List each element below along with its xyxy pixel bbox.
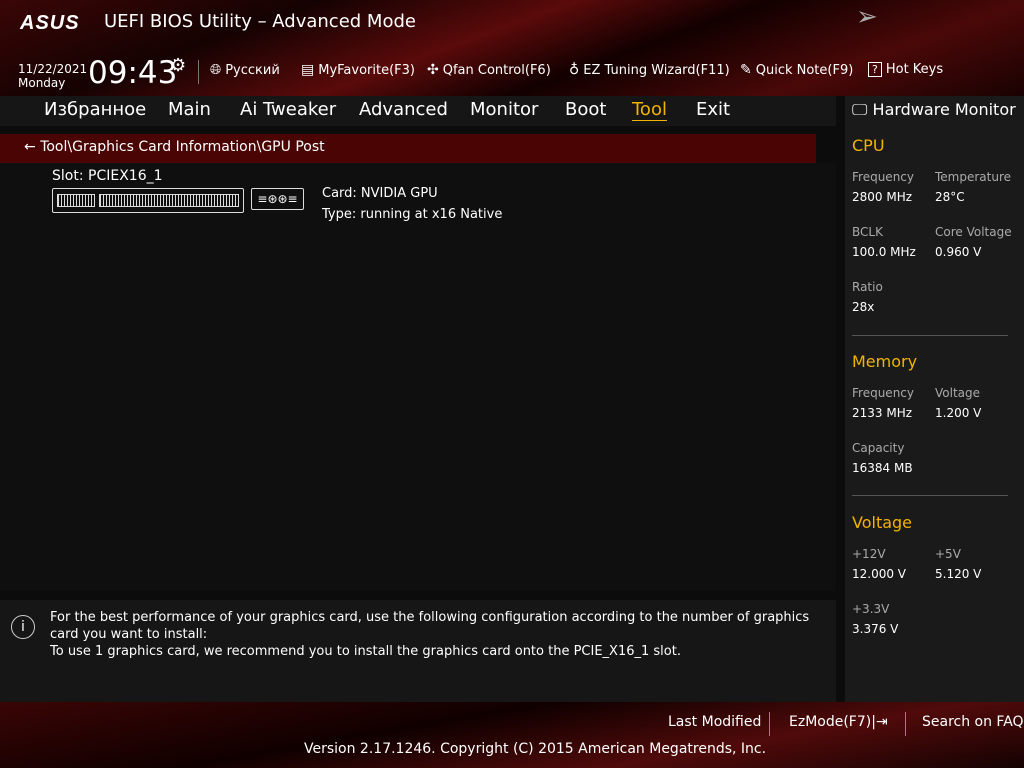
app-title: UEFI BIOS Utility – Advanced Mode	[104, 11, 416, 32]
help-icon: ?	[868, 62, 882, 77]
divider	[852, 335, 1008, 336]
voltage-5v: 5.120 V	[935, 567, 982, 581]
cpu-core-voltage: 0.960 V	[935, 245, 982, 259]
label: +12V	[852, 547, 886, 561]
label: +5V	[935, 547, 961, 561]
date-display: 11/22/2021 Monday	[18, 62, 87, 90]
voltage-3v3: 3.376 V	[852, 622, 899, 636]
main-nav: Избранное Main Ai Tweaker Advanced Monit…	[0, 96, 836, 126]
help-panel: i For the best performance of your graphi…	[0, 600, 836, 702]
card-type: Type: running at x16 Native	[322, 207, 503, 222]
voltage-12v: 12.000 V	[852, 567, 907, 581]
divider	[852, 495, 1008, 496]
label: Temperature	[935, 170, 1012, 184]
weekday: Monday	[18, 76, 66, 90]
quick-note-button[interactable]: ✎ Quick Note(F9)	[740, 62, 853, 78]
cpu-temperature: 28°C	[935, 190, 965, 204]
hot-keys-button[interactable]: ? Hot Keys	[868, 62, 943, 77]
clock: 09:43	[88, 55, 178, 91]
language-button[interactable]: 🌐︎ Русский	[210, 62, 280, 78]
hardware-monitor-title: 🖵︎ Hardware Monitor	[852, 100, 1016, 119]
fan-icon: ✣	[427, 62, 439, 78]
divider	[198, 60, 199, 84]
label: Quick Note(F9)	[755, 62, 854, 78]
breadcrumb[interactable]: ← Tool\Graphics Card Information\GPU Pos…	[0, 134, 816, 163]
label: Voltage	[935, 386, 981, 400]
memory-title: Memory	[852, 352, 918, 371]
label: Qfan Control(F6)	[442, 62, 551, 78]
label: Core Voltage	[935, 225, 1012, 239]
tab-monitor[interactable]: Monitor	[470, 96, 538, 120]
label: Русский	[225, 62, 280, 78]
favorite-icon: ▤	[301, 62, 315, 78]
breadcrumb-path: Tool\Graphics Card Information\GPU Post	[40, 139, 325, 155]
tab-boot[interactable]: Boot	[565, 96, 606, 120]
footer	[0, 702, 1024, 768]
qfan-button[interactable]: ✣ Qfan Control(F6)	[427, 62, 551, 78]
back-arrow-icon[interactable]: ←	[24, 139, 36, 155]
slot-label: Slot: PCIEX16_1	[52, 168, 163, 184]
globe-icon: 🌐︎	[210, 62, 222, 78]
monitor-icon: 🖵︎	[852, 100, 868, 119]
asus-logo: ASUS	[20, 12, 80, 34]
info-icon: i	[11, 615, 35, 639]
card-name: Card: NVIDIA GPU	[322, 186, 438, 201]
label: +3.3V	[852, 602, 890, 616]
voltage-title: Voltage	[852, 513, 913, 532]
ez-tuning-button[interactable]: ♁ EZ Tuning Wizard(F11)	[569, 62, 730, 78]
label: Capacity	[852, 441, 905, 455]
cpu-title: CPU	[852, 136, 885, 155]
myfavorite-button[interactable]: ▤ MyFavorite(F3)	[301, 62, 415, 78]
bulb-icon: ♁	[569, 62, 580, 78]
memory-voltage: 1.200 V	[935, 406, 982, 420]
date: 11/22/2021	[18, 62, 88, 76]
ezmode-button[interactable]: EzMode(F7)|⇥	[789, 714, 888, 730]
label: BCLK	[852, 225, 883, 239]
tab-advanced[interactable]: Advanced	[359, 96, 448, 120]
content-area	[0, 163, 836, 591]
divider	[905, 712, 906, 736]
help-text: For the best performance of your graphic…	[50, 610, 810, 659]
label: Frequency	[852, 386, 914, 400]
graphics-card-icon: ≡⊛⊛≡	[251, 188, 304, 210]
cpu-frequency: 2800 MHz	[852, 190, 913, 204]
tab-ai-tweaker[interactable]: Ai Tweaker	[240, 96, 336, 120]
label: Hot Keys	[885, 62, 944, 77]
tab-favorites[interactable]: Избранное	[44, 96, 146, 120]
tab-exit[interactable]: Exit	[696, 96, 730, 120]
label: MyFavorite(F3)	[318, 62, 415, 78]
cpu-bclk: 100.0 MHz	[852, 245, 916, 259]
tab-tool[interactable]: Tool	[632, 96, 667, 120]
cursor-icon: ➢	[856, 2, 878, 32]
tab-main[interactable]: Main	[168, 96, 211, 120]
version-text: Version 2.17.1246. Copyright (C) 2015 Am…	[304, 741, 767, 757]
label: Frequency	[852, 170, 914, 184]
divider	[769, 712, 770, 736]
gear-icon[interactable]: ⚙	[170, 55, 186, 76]
last-modified-button[interactable]: Last Modified	[668, 714, 761, 730]
memory-frequency: 2133 MHz	[852, 406, 913, 420]
pcie-slot-icon	[52, 188, 244, 213]
memory-capacity: 16384 MB	[852, 461, 913, 475]
label: EZ Tuning Wizard(F11)	[583, 62, 730, 78]
label: Ratio	[852, 280, 883, 294]
cpu-ratio: 28x	[852, 300, 875, 314]
search-faq-button[interactable]: Search on FAQ	[922, 714, 1024, 730]
note-icon: ✎	[740, 62, 752, 78]
